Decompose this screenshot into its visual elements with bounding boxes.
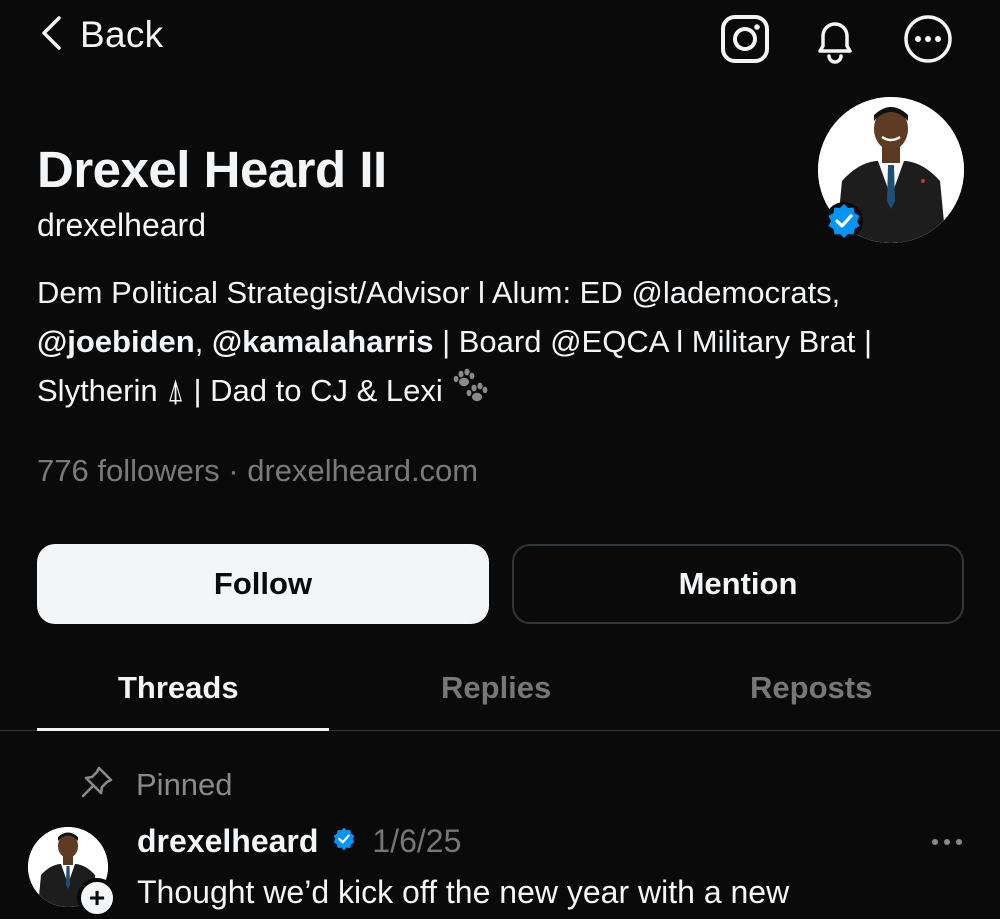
mention-button[interactable]: Mention [512,544,964,624]
profile-meta: 776 followers · drexelheard.com [37,453,478,489]
meta-separator: · [219,453,248,488]
chevron-left-icon [40,15,62,56]
bio-text: | Board @EQCA l Military Brat | [433,324,873,359]
verified-badge-icon [823,200,865,247]
tab-reposts[interactable]: Reposts [750,670,872,706]
mention-link[interactable]: @kamalaharris [212,324,434,359]
post-text: Thought we’d kick off the new year with … [137,874,790,910]
profile-username: drexelheard [37,207,206,243]
bio-line-3: Slytherin ⍋ | Dad to CJ & Lexi [37,366,967,419]
bio-separator: , [194,324,212,359]
tab-replies[interactable]: Replies [441,670,551,706]
instagram-icon[interactable] [720,14,770,64]
follow-button[interactable]: Follow [37,544,489,624]
paw-prints-icon [451,367,491,419]
followers-count[interactable]: 776 followers [37,453,220,488]
tab-threads[interactable]: Threads [118,670,239,706]
follow-plus-button[interactable]: + [77,878,117,918]
post-header: drexelheard 1/6/25 [137,823,461,860]
post-more-options-icon[interactable] [930,830,964,859]
post-date: 1/6/25 [372,823,462,859]
active-tab-indicator [37,728,329,731]
profile-display-name: Drexel Heard II [37,141,387,198]
pinned-label: Pinned [136,766,233,802]
post-username[interactable]: drexelheard [137,823,318,860]
top-navigation-bar: Back [0,0,1000,80]
deathly-hallows-symbol: ⍋ [166,373,185,408]
back-button[interactable]: Back [40,14,163,56]
pinned-indicator: Pinned [80,765,233,804]
mention-link[interactable]: @joebiden [37,324,195,359]
website-link[interactable]: drexelheard.com [247,453,478,488]
back-label: Back [80,14,164,55]
verified-badge-icon [330,825,358,858]
bio-line-1: Dem Political Strategist/Advisor l Alum:… [37,275,841,310]
profile-bio: Dem Political Strategist/Advisor l Alum:… [37,268,967,419]
profile-avatar[interactable] [818,97,964,243]
bio-text: | Dad to CJ & Lexi [184,373,452,408]
more-options-icon[interactable] [903,14,953,64]
profile-tabs: Threads Replies Reposts [0,650,1000,731]
bio-text: Slytherin [37,373,167,408]
bell-icon[interactable] [810,14,860,64]
bio-line-2: @joebiden, @kamalaharris | Board @EQCA l… [37,317,967,366]
pin-icon [80,765,114,804]
